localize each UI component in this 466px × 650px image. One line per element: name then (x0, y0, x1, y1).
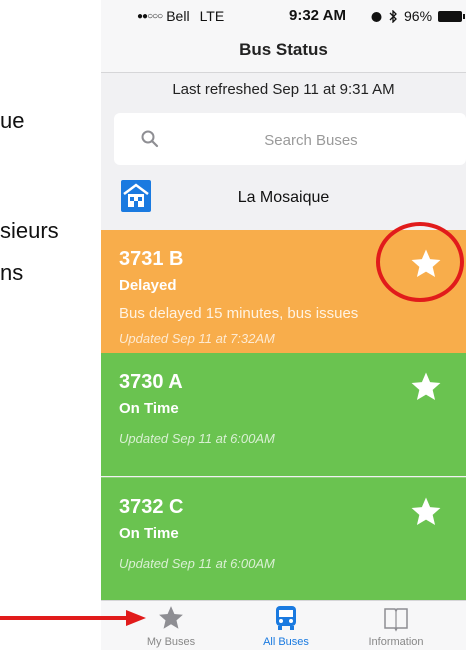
bus-message: Bus delayed 15 minutes, bus issues (119, 305, 359, 322)
slide-text-fragment: ue (0, 108, 25, 133)
book-icon (384, 608, 408, 632)
bus-icon (276, 606, 296, 630)
bus-status: Delayed (119, 277, 177, 294)
bus-number: 3730 A (119, 371, 183, 393)
status-time: 9:32 AM (289, 7, 346, 24)
slide-text-fragment: ns (0, 260, 24, 285)
alarm-icon (371, 11, 382, 22)
page-title: Bus Status (239, 40, 328, 59)
bus-card[interactable]: 3730 A On Time Updated Sep 11 at 6:00AM (101, 353, 466, 476)
slide-text-fragment: sieurs (0, 218, 59, 243)
bus-card[interactable]: 3732 C On Time Updated Sep 11 at 6:00AM (101, 477, 466, 601)
favorite-star-icon[interactable] (409, 370, 443, 404)
tab-label: Information (368, 636, 424, 648)
bus-number: 3731 B (119, 248, 184, 270)
bus-updated-time: Updated Sep 11 at 6:00AM (119, 431, 275, 446)
signal-icon: ●●○○○ (137, 10, 163, 22)
tab-bar: My Buses All Buses Information (101, 600, 466, 650)
search-bar[interactable] (114, 113, 466, 165)
school-header: La Mosaique (101, 176, 466, 222)
highlight-circle-annotation (376, 222, 464, 302)
bluetooth-icon (389, 9, 397, 23)
nav-bar: Bus Status (101, 32, 466, 73)
tab-label: All Buses (263, 636, 309, 648)
battery-icon (438, 10, 466, 22)
phone-screen: ●●○○○ Bell LTE 9:32 AM 96% Bus Status La… (101, 0, 466, 650)
star-icon (159, 606, 183, 629)
bus-updated-time: Updated Sep 11 at 6:00AM (119, 556, 275, 571)
red-arrow-annotation (0, 610, 146, 626)
bus-updated-time: Updated Sep 11 at 7:32AM (119, 331, 275, 346)
search-input[interactable] (174, 125, 448, 155)
tab-all-buses[interactable]: All Buses (236, 601, 336, 650)
bus-number: 3732 C (119, 496, 184, 518)
tab-label: My Buses (146, 636, 196, 648)
status-bar: ●●○○○ Bell LTE 9:32 AM 96% (101, 0, 466, 32)
bus-status: On Time (119, 400, 179, 417)
battery-percent: 96% (404, 8, 433, 24)
bus-status: On Time (119, 525, 179, 542)
network-type: LTE (199, 8, 225, 24)
carrier-name: Bell (166, 8, 190, 24)
search-icon (141, 130, 159, 148)
school-name: La Mosaique (237, 189, 330, 206)
favorite-star-icon[interactable] (409, 495, 443, 529)
last-refreshed-text: Last refreshed Sep 11 at 9:31 AM (172, 81, 395, 98)
tab-information[interactable]: Information (346, 601, 446, 650)
